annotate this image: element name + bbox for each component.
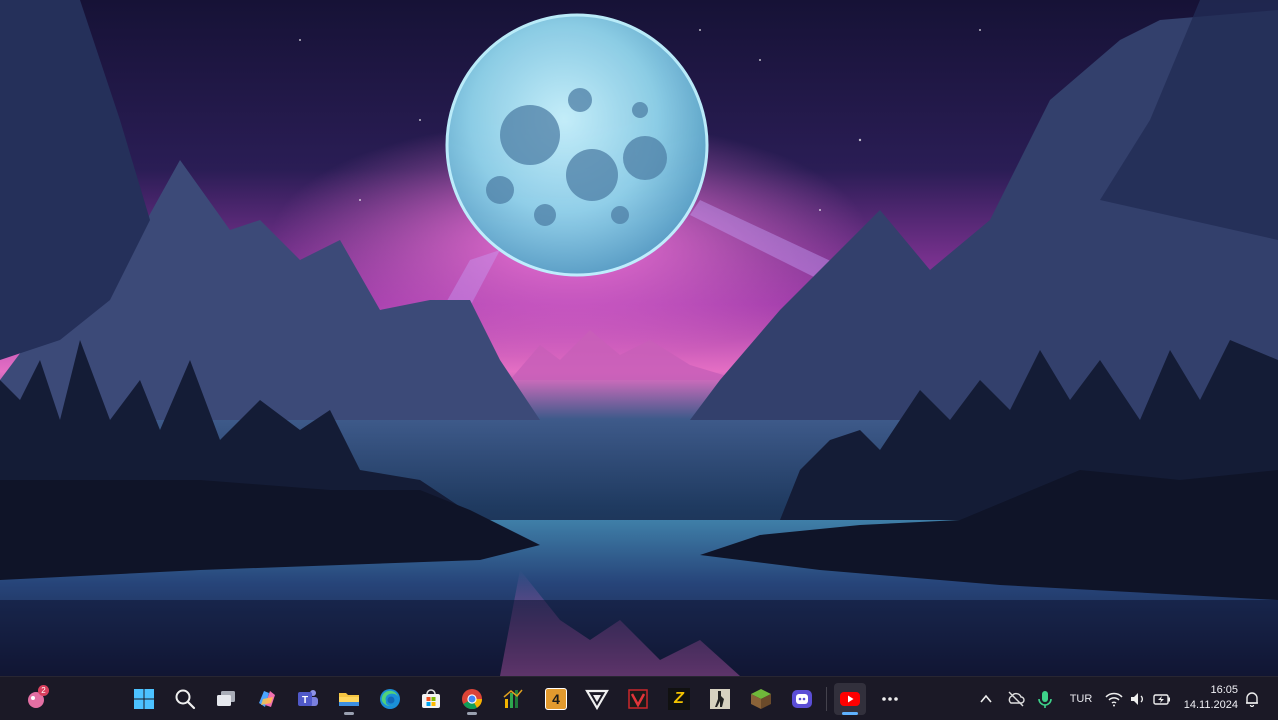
counter-strike-icon [710, 689, 730, 709]
triangle-app-button[interactable] [581, 683, 613, 715]
chat-app-icon [792, 690, 812, 708]
battery-icon [1153, 694, 1170, 705]
widgets-badge: 2 [38, 685, 49, 696]
number-four-app-icon: 4 [545, 688, 567, 710]
more-apps-button[interactable] [874, 683, 906, 715]
microphone-icon [1038, 691, 1052, 708]
clock-date: 14.11.2024 [1183, 699, 1238, 711]
chrome-icon [462, 689, 483, 710]
svg-text:T: T [302, 695, 308, 706]
red-app-icon [628, 689, 648, 709]
chat-app-button[interactable] [786, 683, 818, 715]
microphone-button[interactable] [1029, 683, 1061, 715]
taskbar: 2 T 4 Z TUR 16:05 14.11.2024 [0, 676, 1278, 720]
clock-button[interactable]: 16:05 14.11.2024 [1184, 683, 1238, 713]
z-app-icon: Z [668, 688, 690, 710]
clock-time: 16:05 [1210, 684, 1238, 696]
z-app-label: Z [674, 690, 684, 707]
folder-icon [339, 693, 359, 706]
notifications-button[interactable] [1238, 683, 1266, 715]
youtube-button[interactable] [834, 683, 866, 715]
edge-icon [380, 689, 400, 709]
z-app-button[interactable]: Z [663, 683, 695, 715]
start-button[interactable] [128, 683, 160, 715]
chrome-button[interactable] [456, 683, 488, 715]
task-view-button[interactable] [210, 683, 242, 715]
desktop-wallpaper [0, 0, 1278, 676]
app-four-label: 4 [552, 691, 560, 707]
language-button[interactable]: TUR [1064, 683, 1098, 715]
cloud-off-icon [1008, 691, 1025, 707]
edge-button[interactable] [374, 683, 406, 715]
widgets-button[interactable]: 2 [20, 683, 52, 715]
search-button[interactable] [169, 683, 201, 715]
red-app-button[interactable] [622, 683, 654, 715]
counter-strike-button[interactable] [704, 683, 736, 715]
bell-icon [1246, 692, 1258, 707]
quick-settings-button[interactable] [1102, 683, 1174, 715]
taskbar-divider [826, 687, 827, 711]
language-indicator: TUR [1069, 693, 1093, 705]
youtube-icon [840, 692, 860, 706]
chart-app-button[interactable] [497, 683, 529, 715]
copilot-button[interactable] [251, 683, 283, 715]
show-hidden-icons-button[interactable] [970, 683, 1002, 715]
minecraft-icon [751, 689, 771, 709]
more-icon [882, 697, 898, 701]
triangle-app-icon [585, 689, 609, 711]
speaker-icon [1131, 693, 1143, 705]
network-off-button[interactable] [1000, 683, 1032, 715]
number-four-app-button[interactable]: 4 [540, 683, 572, 715]
wifi-icon [1105, 692, 1123, 707]
search-icon [175, 689, 196, 710]
minecraft-button[interactable] [745, 683, 777, 715]
teams-button[interactable]: T [292, 683, 324, 715]
store-icon [422, 689, 440, 708]
chevron-up-icon [980, 694, 992, 703]
teams-icon: T [298, 690, 318, 706]
task-view-icon [217, 691, 235, 706]
copilot-icon [259, 691, 275, 707]
microsoft-store-button[interactable] [415, 683, 447, 715]
file-explorer-button[interactable] [333, 683, 365, 715]
windows-start-icon [134, 689, 154, 709]
chart-app-icon [503, 689, 523, 708]
